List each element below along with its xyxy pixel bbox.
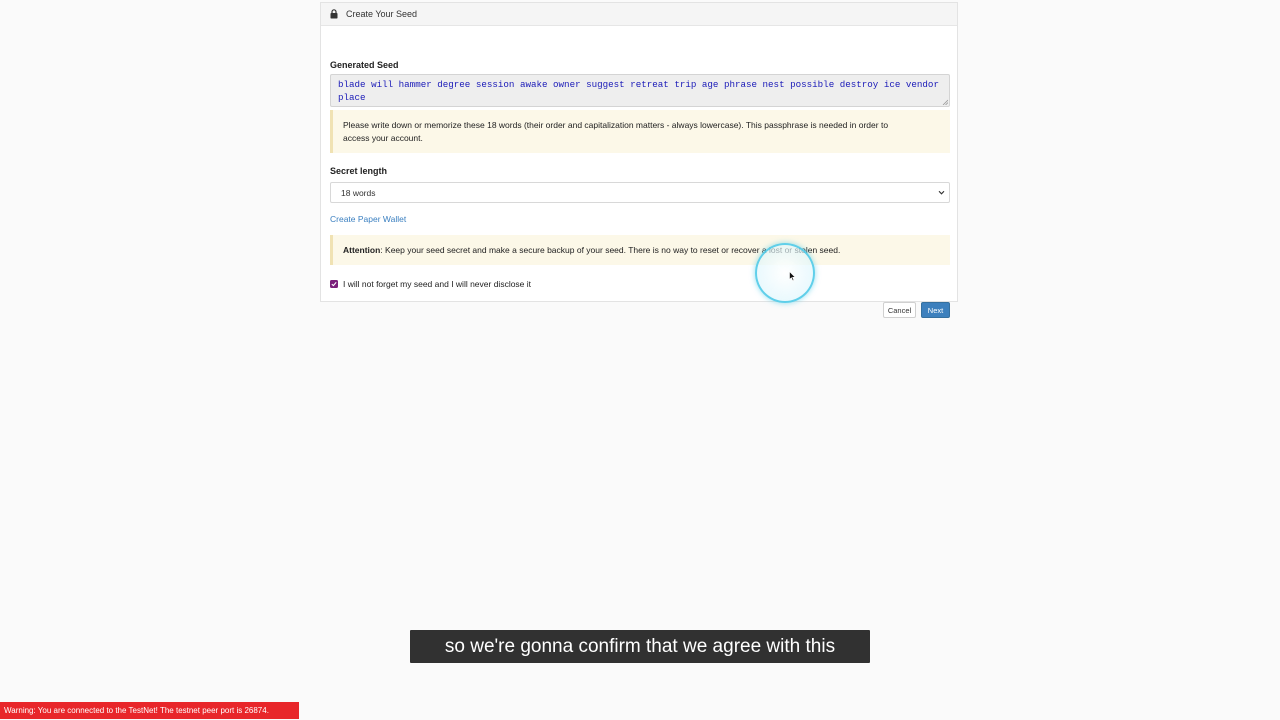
seed-instructions-note: Please write down or memorize these 18 w… bbox=[330, 110, 950, 153]
resize-handle-icon[interactable] bbox=[942, 99, 948, 105]
panel-title: Create Your Seed bbox=[346, 9, 418, 19]
video-caption: so we're gonna confirm that we agree wit… bbox=[410, 630, 870, 663]
click-highlight-ring bbox=[755, 243, 815, 303]
chevron-down-icon bbox=[938, 190, 945, 195]
checkmark-icon bbox=[331, 281, 337, 287]
seed-line-2: place bbox=[338, 91, 366, 103]
secret-length-select[interactable]: 18 words bbox=[330, 182, 950, 203]
lock-icon bbox=[330, 9, 338, 19]
cancel-button[interactable]: Cancel bbox=[883, 302, 916, 318]
note-line-1: Please write down or memorize these 18 w… bbox=[343, 120, 889, 130]
attention-strong: Attention bbox=[343, 245, 381, 255]
mouse-cursor-icon bbox=[789, 271, 796, 282]
testnet-warning-bar: Warning: You are connected to the TestNe… bbox=[0, 702, 299, 719]
seed-line-1: blade will hammer degree session awake o… bbox=[338, 79, 939, 90]
confirm-label[interactable]: I will not forget my seed and I will nev… bbox=[343, 279, 531, 289]
create-seed-panel: Create Your Seed Generated Seed blade wi… bbox=[320, 2, 958, 318]
next-button[interactable]: Next bbox=[921, 302, 950, 318]
generated-seed-label: Generated Seed bbox=[330, 60, 399, 70]
seed-textarea[interactable]: blade will hammer degree session awake o… bbox=[330, 74, 950, 107]
note-line-2: access your account. bbox=[343, 132, 423, 143]
secret-length-value: 18 words bbox=[341, 187, 376, 198]
secret-length-label: Secret length bbox=[330, 166, 388, 176]
confirm-row: I will not forget my seed and I will nev… bbox=[330, 279, 531, 289]
confirm-checkbox[interactable] bbox=[330, 280, 338, 288]
panel-header: Create Your Seed bbox=[321, 3, 957, 26]
create-paper-wallet-link[interactable]: Create Paper Wallet bbox=[330, 214, 406, 224]
attention-alert: Attention: Keep your seed secret and mak… bbox=[330, 235, 950, 265]
